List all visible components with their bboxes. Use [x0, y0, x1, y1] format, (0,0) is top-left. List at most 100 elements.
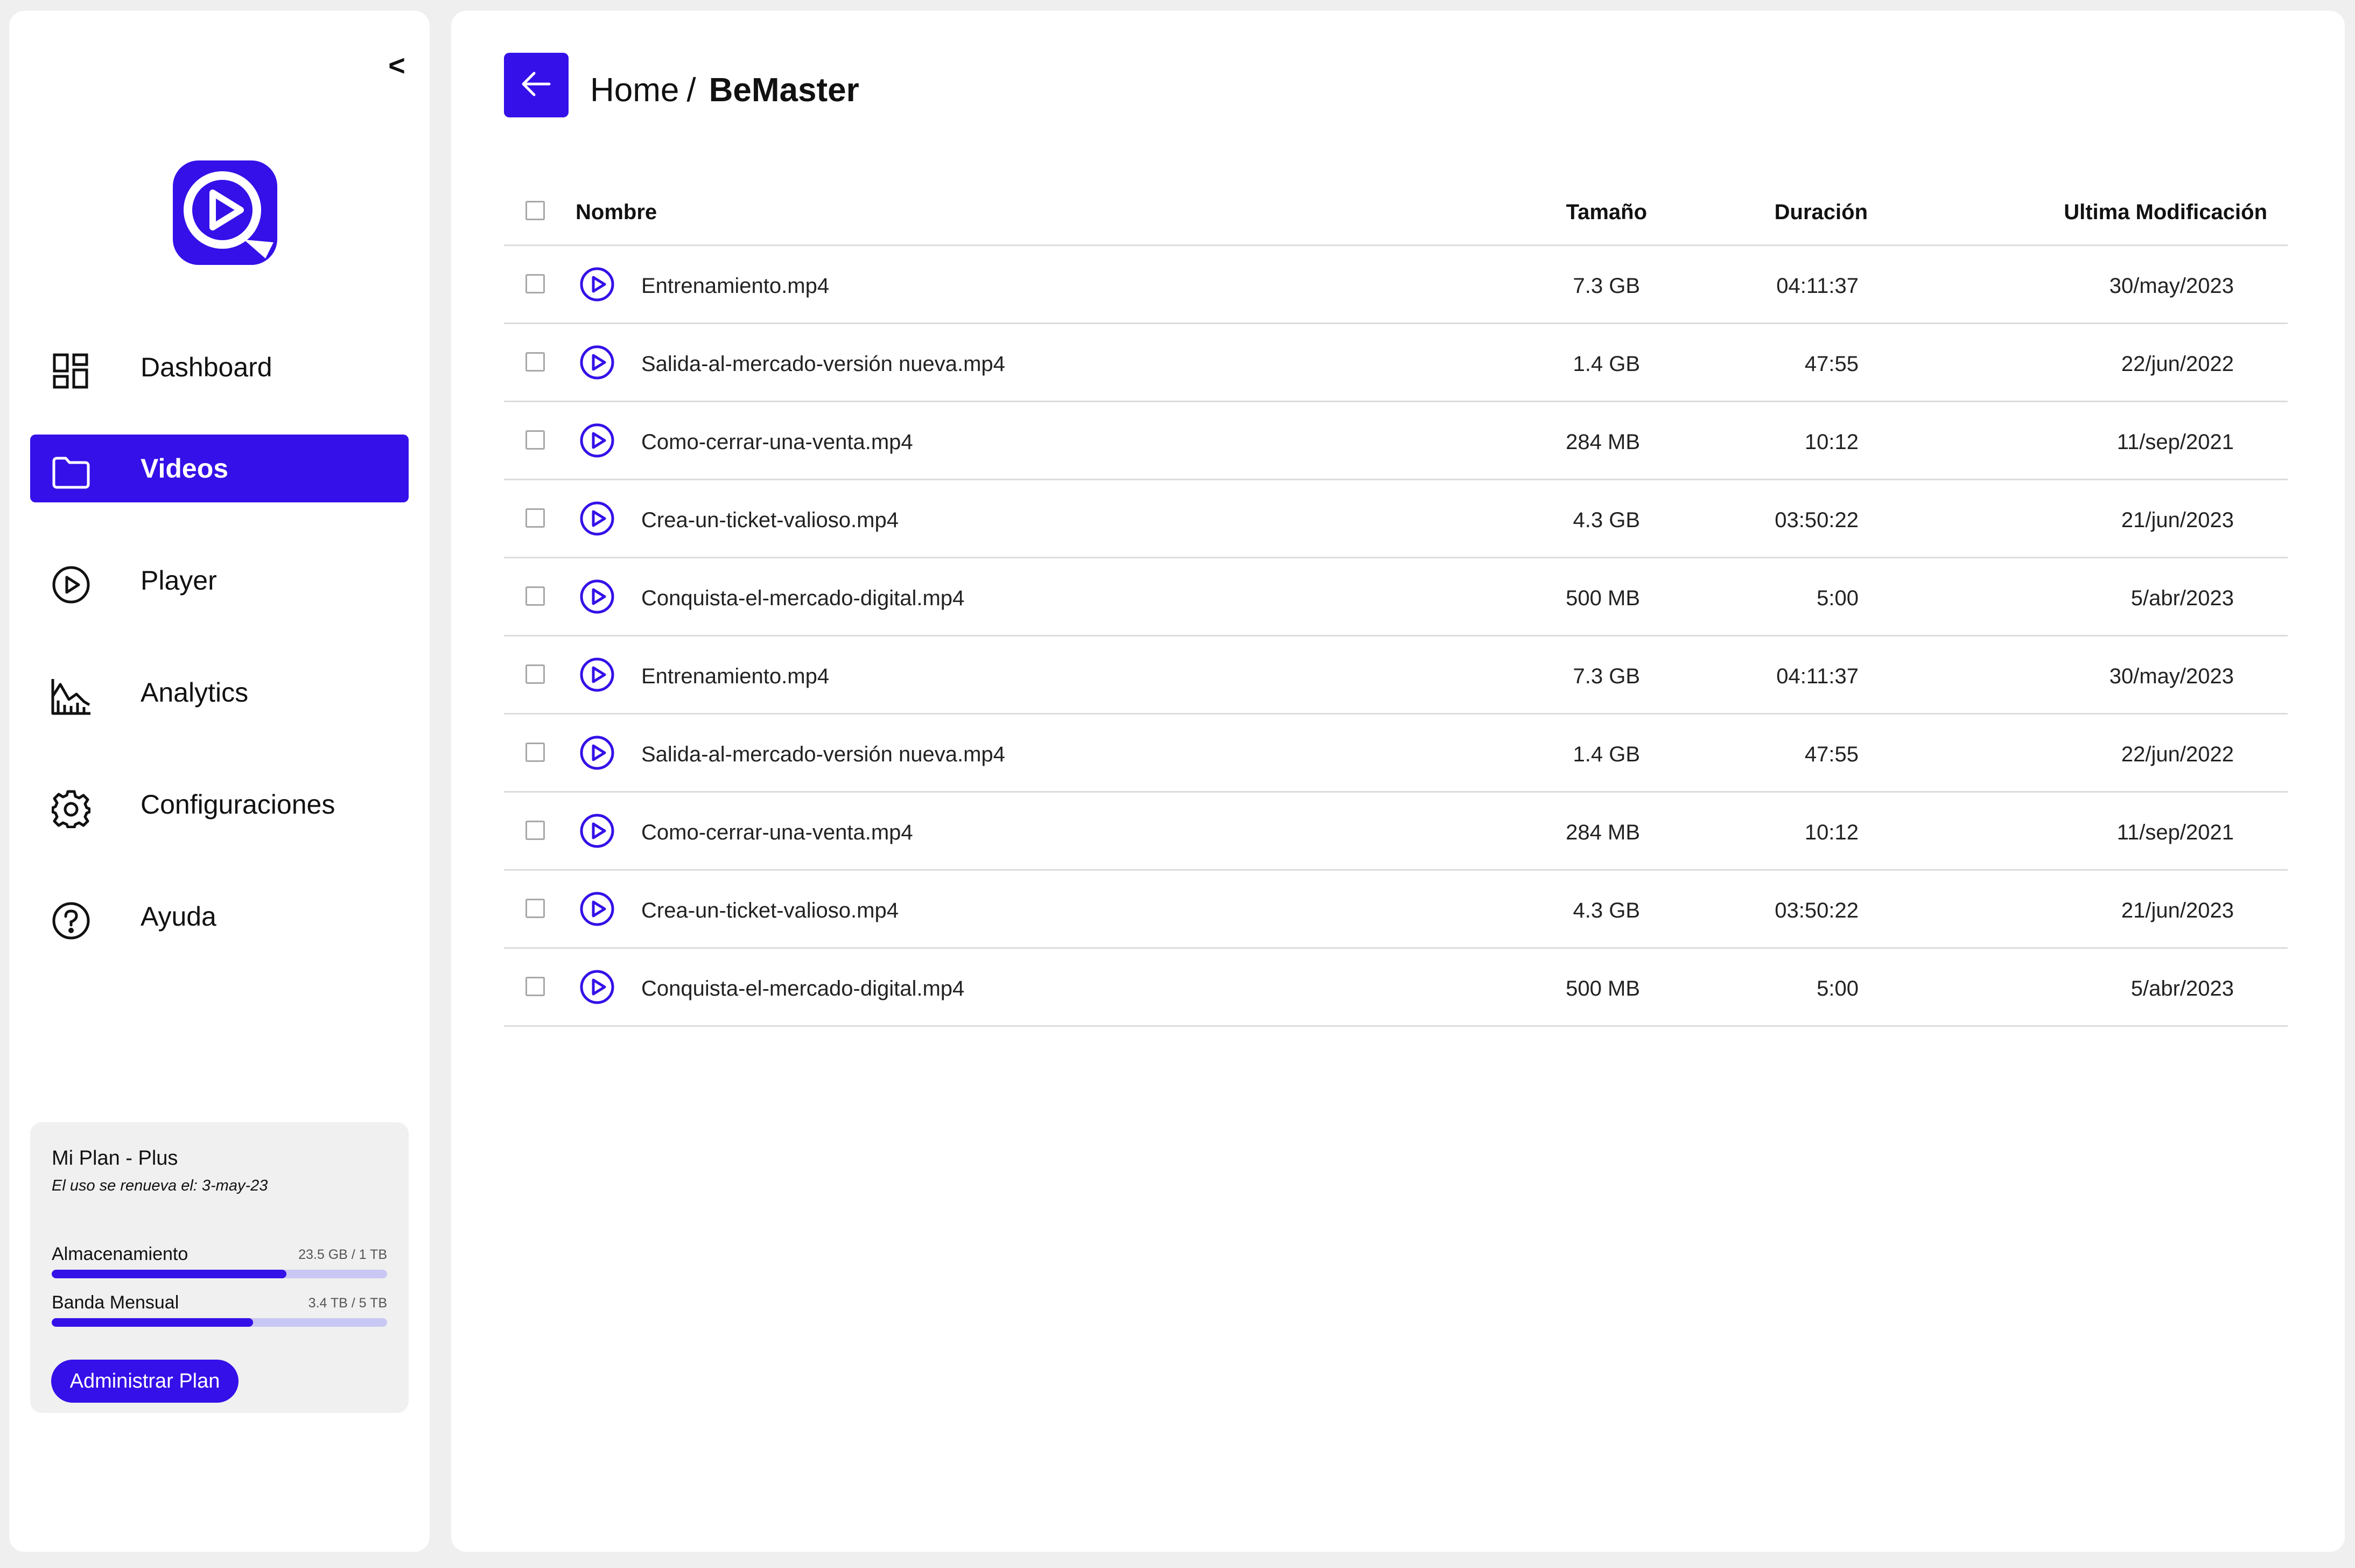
table-row[interactable]: Entrenamiento.mp4 7.3 GB 04:11:37 30/may/20…: [504, 636, 2288, 715]
file-size: 500 MB: [1566, 977, 1640, 1000]
nav-label: Configuraciones: [141, 789, 335, 820]
file-name[interactable]: Como-cerrar-una-venta.mp4: [641, 430, 913, 454]
chart-icon: [51, 676, 92, 717]
breadcrumb-separator: /: [686, 72, 696, 109]
table-row[interactable]: Entrenamiento.mp4 7.3 GB 04:11:37 30/may/20…: [504, 246, 2288, 324]
table-row[interactable]: Como-cerrar-una-venta.mp4 284 MB 10:12 11/s…: [504, 402, 2288, 480]
play-icon[interactable]: [579, 267, 615, 302]
table-row[interactable]: Crea-un-ticket-valioso.mp4 4.3 GB 03:50:22…: [504, 480, 2288, 558]
file-size: 1.4 GB: [1573, 352, 1640, 376]
play-icon[interactable]: [579, 969, 615, 1005]
breadcrumb-home[interactable]: Home: [590, 71, 679, 109]
nav-item-player[interactable]: Player: [30, 547, 409, 614]
nav-label: Videos: [141, 453, 229, 484]
file-modified: 21/jun/2023: [2121, 899, 2234, 922]
file-name[interactable]: Entrenamiento.mp4: [641, 274, 829, 298]
file-size: 284 MB: [1566, 430, 1640, 454]
storage-progress-fill: [52, 1270, 287, 1278]
file-name[interactable]: Salida-al-mercado-versión nueva.mp4: [641, 743, 1005, 767]
table-row[interactable]: Conquista-el-mercado-digital.mp4 500 MB 5:…: [504, 949, 2288, 1027]
file-size: 7.3 GB: [1573, 274, 1640, 298]
storage-label: Almacenamiento: [52, 1244, 188, 1264]
column-header-size[interactable]: Tamaño: [1566, 200, 1647, 225]
file-name[interactable]: Entrenamiento.mp4: [641, 664, 829, 689]
file-name[interactable]: Salida-al-mercado-versión nueva.mp4: [641, 352, 1005, 376]
file-modified: 11/sep/2021: [2116, 821, 2234, 844]
file-modified: 22/jun/2022: [2121, 352, 2234, 376]
file-duration: 5:00: [1817, 977, 1859, 1000]
app-logo: [163, 151, 287, 275]
row-checkbox[interactable]: [525, 821, 545, 840]
nav-item-analytics[interactable]: Analytics: [30, 659, 409, 726]
table-row[interactable]: Conquista-el-mercado-digital.mp4 500 MB 5:…: [504, 558, 2288, 636]
manage-plan-button[interactable]: Administrar Plan: [51, 1360, 239, 1403]
file-modified: 11/sep/2021: [2116, 430, 2234, 454]
file-modified: 21/jun/2023: [2121, 508, 2234, 532]
row-checkbox[interactable]: [525, 586, 545, 606]
table-row[interactable]: Salida-al-mercado-versión nueva.mp4 1.4 G…: [504, 715, 2288, 793]
breadcrumb-current: BeMaster: [709, 72, 859, 109]
back-button[interactable]: [504, 53, 569, 117]
play-icon[interactable]: [579, 345, 615, 380]
select-all-checkbox[interactable]: [525, 201, 545, 220]
plan-card: Mi Plan - Plus El uso se renueva el: 3-m…: [30, 1122, 409, 1413]
file-duration: 04:11:37: [1776, 664, 1859, 688]
row-checkbox[interactable]: [525, 977, 545, 996]
file-duration: 03:50:22: [1775, 508, 1859, 532]
file-name[interactable]: Crea-un-ticket-valioso.mp4: [641, 899, 899, 923]
nav-item-ayuda[interactable]: Ayuda: [30, 883, 409, 950]
column-header-modified[interactable]: Ultima Modificación: [2064, 200, 2267, 225]
play-icon[interactable]: [579, 423, 615, 458]
row-checkbox[interactable]: [525, 352, 545, 372]
play-icon[interactable]: [579, 657, 615, 692]
nav-label: Analytics: [141, 677, 249, 708]
collapse-sidebar-button[interactable]: <: [381, 50, 413, 82]
play-icon[interactable]: [579, 891, 615, 927]
table-row[interactable]: Crea-un-ticket-valioso.mp4 4.3 GB 03:50:22…: [504, 871, 2288, 949]
row-checkbox[interactable]: [525, 508, 545, 528]
nav-item-dashboard[interactable]: Dashboard: [30, 333, 409, 401]
file-modified: 30/may/2023: [2109, 664, 2234, 688]
videos-table: Nombre Tamaño Duración Ultima Modificaci…: [504, 178, 2288, 1027]
play-icon[interactable]: [579, 501, 615, 536]
row-checkbox[interactable]: [525, 274, 545, 293]
file-size: 284 MB: [1566, 821, 1640, 844]
row-checkbox[interactable]: [525, 664, 545, 684]
row-checkbox[interactable]: [525, 899, 545, 918]
nav-item-configuraciones[interactable]: Configuraciones: [30, 771, 409, 838]
arrow-left-icon: [521, 71, 551, 100]
row-checkbox[interactable]: [525, 430, 545, 450]
bandwidth-label: Banda Mensual: [52, 1292, 179, 1313]
file-duration: 10:12: [1804, 430, 1859, 454]
sidebar: < Dashboard Videos Player Analytics Conf…: [9, 11, 430, 1552]
file-size: 4.3 GB: [1573, 508, 1640, 532]
help-icon: [51, 900, 92, 941]
row-checkbox[interactable]: [525, 743, 545, 762]
table-row[interactable]: Como-cerrar-una-venta.mp4 284 MB 10:12 11/s…: [504, 793, 2288, 871]
file-modified: 30/may/2023: [2109, 274, 2234, 298]
storage-value: 23.5 GB / 1 TB: [298, 1247, 387, 1262]
play-icon[interactable]: [579, 579, 615, 614]
file-name[interactable]: Crea-un-ticket-valioso.mp4: [641, 508, 899, 533]
table-body: Entrenamiento.mp4 7.3 GB 04:11:37 30/may/20…: [504, 246, 2288, 1027]
play-icon[interactable]: [579, 735, 615, 771]
nav-label: Player: [141, 565, 217, 596]
table-row[interactable]: Salida-al-mercado-versión nueva.mp4 1.4 G…: [504, 324, 2288, 402]
gear-icon: [51, 788, 92, 829]
file-duration: 5:00: [1817, 586, 1859, 610]
plan-title: Mi Plan - Plus: [52, 1147, 178, 1170]
plan-renew-date: El uso se renueva el: 3-may-23: [52, 1177, 268, 1194]
folder-icon: [51, 452, 92, 493]
file-size: 1.4 GB: [1573, 743, 1640, 766]
nav-item-videos[interactable]: Videos: [30, 435, 409, 502]
column-header-duration[interactable]: Duración: [1775, 200, 1868, 225]
play-icon[interactable]: [579, 813, 615, 849]
file-name[interactable]: Conquista-el-mercado-digital.mp4: [641, 586, 964, 611]
collapse-label: <: [388, 50, 405, 82]
file-size: 500 MB: [1566, 586, 1640, 610]
column-header-name[interactable]: Nombre: [576, 200, 657, 225]
table-header: Nombre Tamaño Duración Ultima Modificaci…: [504, 178, 2288, 246]
play-circle-icon: [51, 564, 92, 605]
file-name[interactable]: Conquista-el-mercado-digital.mp4: [641, 977, 964, 1001]
file-name[interactable]: Como-cerrar-una-venta.mp4: [641, 821, 913, 845]
